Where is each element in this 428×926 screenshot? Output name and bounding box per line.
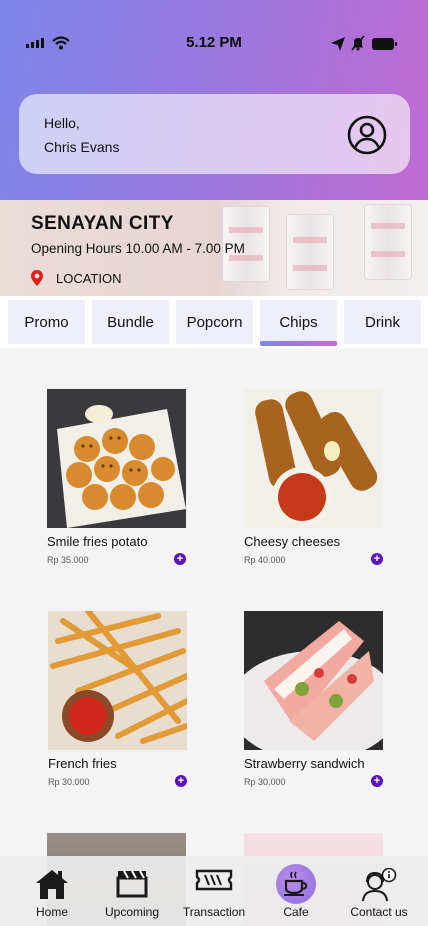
add-to-cart-button[interactable]: +: [174, 553, 186, 565]
add-to-cart-button[interactable]: +: [371, 775, 383, 787]
nav-label: Upcoming: [104, 905, 160, 919]
airplane-mode-icon: [331, 37, 345, 51]
product-name: French fries: [48, 756, 117, 771]
cheesy-cheeses-image: [244, 389, 383, 528]
french-fries-image: [48, 611, 187, 750]
product-card[interactable]: Smile fries potato Rp 35.000 +: [47, 389, 207, 565]
ticket-icon: [195, 869, 233, 891]
store-hours: Opening Hours 10.00 AM - 7.00 PM: [31, 241, 245, 256]
tab-label: Bundle: [107, 313, 154, 331]
greeting-card: Hello, Chris Evans: [19, 94, 410, 174]
tab-promo[interactable]: Promo: [8, 300, 85, 344]
tab-bundle[interactable]: Bundle: [92, 300, 169, 344]
clapperboard-icon: [116, 870, 148, 898]
wifi-icon: [52, 36, 70, 50]
nav-label: Contact us: [350, 905, 408, 919]
location-pin-icon[interactable]: [30, 269, 44, 287]
nav-home[interactable]: Home: [22, 856, 82, 926]
tab-popcorn[interactable]: Popcorn: [176, 300, 253, 344]
product-card[interactable]: Cheesy cheeses Rp 40.000 +: [244, 389, 404, 565]
product-name: Strawberry sandwich: [244, 756, 365, 771]
popcorn-cup-image: [286, 214, 334, 290]
add-to-cart-button[interactable]: +: [371, 553, 383, 565]
add-to-cart-button[interactable]: +: [175, 775, 187, 787]
tab-label: Promo: [24, 313, 69, 331]
support-agent-icon: [362, 868, 397, 902]
greeting-username: Chris Evans: [44, 139, 120, 155]
nav-cafe[interactable]: Cafe: [266, 856, 326, 926]
nav-transaction[interactable]: Transaction: [180, 856, 248, 926]
profile-avatar-icon[interactable]: [347, 115, 387, 155]
nav-label: Transaction: [182, 905, 246, 919]
status-bar: 5.12 PM: [0, 34, 428, 54]
nav-label: Cafe: [283, 905, 309, 919]
category-tabs: Promo Bundle Popcorn Chips Drink: [0, 296, 428, 348]
strawberry-sandwich-image: [244, 611, 383, 750]
nav-upcoming[interactable]: Upcoming: [100, 856, 164, 926]
product-name: Cheesy cheeses: [244, 534, 341, 549]
store-banner: SENAYAN CITY Opening Hours 10.00 AM - 7.…: [0, 200, 428, 296]
product-card[interactable]: French fries Rp 30.000 +: [48, 611, 208, 787]
greeting-hello: Hello,: [44, 115, 80, 131]
product-card[interactable]: Strawberry sandwich Rp 30.000 +: [244, 611, 404, 787]
product-name: Smile fries potato: [47, 534, 148, 549]
smile-fries-image: [47, 389, 186, 528]
store-name: SENAYAN CITY: [31, 213, 174, 234]
coffee-cup-icon: [284, 871, 308, 896]
tab-label: Drink: [364, 313, 400, 331]
nav-label: Home: [35, 905, 68, 919]
tab-label: Chips: [279, 313, 318, 331]
home-icon: [36, 870, 68, 899]
tab-drink[interactable]: Drink: [344, 300, 421, 344]
bell-muted-icon: [351, 35, 365, 51]
header: 5.12 PM Hello, Chris Evans: [0, 0, 428, 200]
signal-icon: [26, 38, 44, 48]
nav-contact-us[interactable]: Contact us: [346, 856, 412, 926]
bottom-nav: Home Upcoming Transaction Cafe Contact u…: [0, 856, 428, 926]
tab-chips[interactable]: Chips: [260, 300, 337, 346]
location-link[interactable]: LOCATION: [56, 271, 122, 286]
product-grid: Smile fries potato Rp 35.000 + Cheesy ch…: [0, 348, 428, 926]
battery-icon: [372, 38, 397, 50]
popcorn-cup-image: [364, 204, 412, 280]
tab-label: Popcorn: [186, 313, 243, 331]
